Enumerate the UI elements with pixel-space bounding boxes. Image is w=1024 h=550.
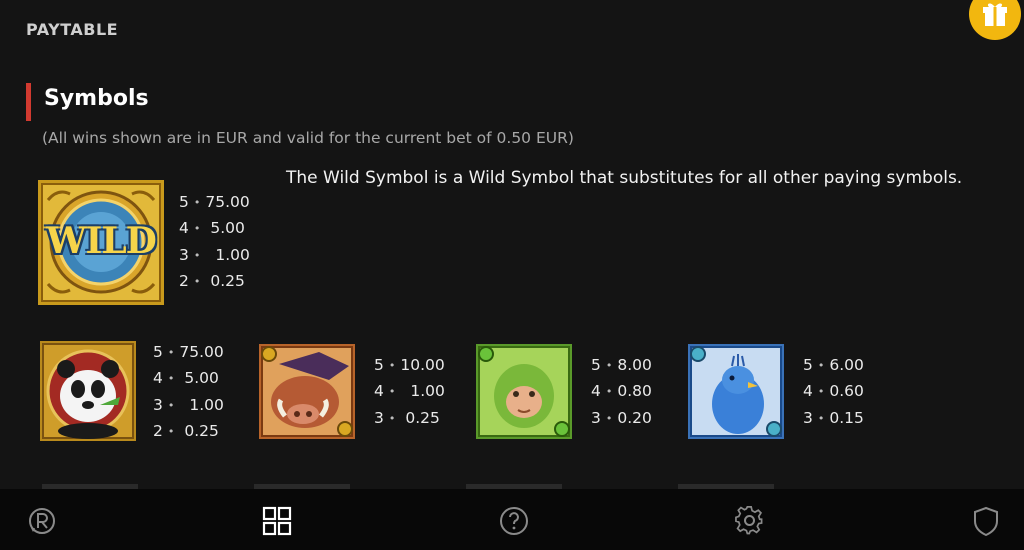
bottom-nav-bar	[0, 489, 1024, 550]
pay-row: 3 • 0.25	[374, 408, 440, 427]
shield-icon[interactable]	[971, 506, 1001, 537]
section-title: Symbols	[44, 86, 149, 111]
wild-description: The Wild Symbol is a Wild Symbol that su…	[286, 168, 963, 188]
settings-gear-icon[interactable]	[735, 506, 765, 536]
monkey-pays: 5 • 8.00 4 • 0.80 3 • 0.20	[591, 352, 652, 431]
boar-pays: 5 • 10.00 4 • 1.00 3 • 0.25	[374, 352, 445, 431]
paytable-grid-icon[interactable]	[262, 506, 292, 536]
pay-row: 4 • 0.80	[591, 382, 652, 401]
section-accent-bar	[26, 83, 31, 121]
pay-row: 4 • 1.00	[374, 382, 445, 401]
pay-row: 3 • 0.15	[803, 408, 864, 427]
panda-pays: 5 • 75.00 4 • 5.00 3 • 1.00 2 • 0.25	[153, 339, 224, 444]
boar-symbol-icon	[259, 344, 355, 439]
pay-row: 5 • 75.00	[179, 193, 250, 211]
responsible-gaming-icon[interactable]	[27, 506, 57, 536]
wild-symbol-icon: WILD	[38, 180, 164, 305]
pay-row: 4 • 5.00	[153, 369, 219, 388]
wild-pays: 5 • 75.00 4 • 5.00 3 • 1.00 2 • 0.25	[179, 189, 250, 294]
gift-icon[interactable]	[969, 0, 1021, 40]
panda-symbol-icon	[40, 341, 136, 441]
monkey-symbol-icon	[476, 344, 572, 439]
pay-row: 5 • 8.00	[591, 356, 652, 374]
bet-info-subtitle: (All wins shown are in EUR and valid for…	[42, 129, 574, 147]
pay-row: 3 • 0.20	[591, 408, 652, 427]
paytable-title: PAYTABLE	[26, 20, 119, 39]
pay-row: 5 • 6.00	[803, 356, 864, 374]
pay-row: 5 • 75.00	[153, 343, 224, 361]
pay-row: 2 • 0.25	[153, 421, 219, 440]
wild-symbol-label: WILD	[46, 220, 157, 262]
peacock-pays: 5 • 6.00 4 • 0.60 3 • 0.15	[803, 352, 864, 431]
help-icon[interactable]	[499, 506, 529, 536]
pay-row: 2 • 0.25	[179, 271, 245, 290]
pay-row: 3 • 1.00	[153, 395, 224, 414]
pay-row: 4 • 5.00	[179, 219, 245, 238]
peacock-symbol-icon	[688, 344, 784, 439]
pay-row: 3 • 1.00	[179, 245, 250, 264]
pay-row: 4 • 0.60	[803, 382, 864, 401]
pay-row: 5 • 10.00	[374, 356, 445, 374]
